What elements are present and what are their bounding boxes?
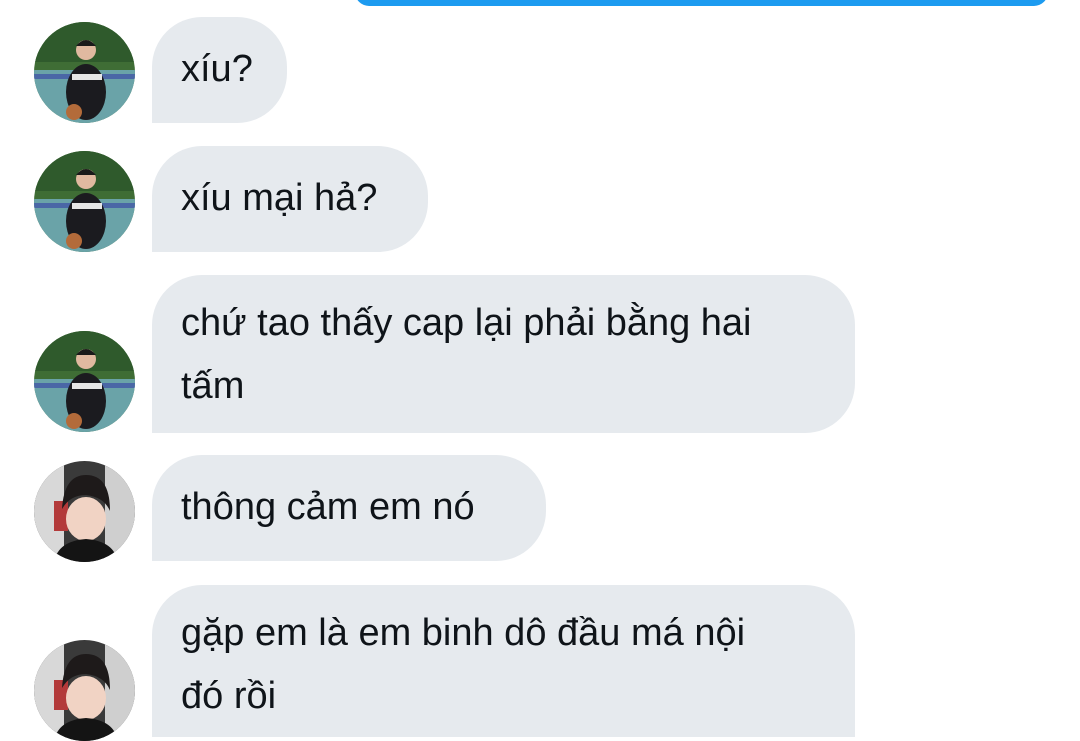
avatar-sports-court[interactable] — [34, 151, 135, 252]
message-bubble[interactable]: thông cảm em nó — [152, 455, 546, 561]
avatar-selfie-boy[interactable] — [34, 640, 135, 741]
avatar-sports-court[interactable] — [34, 331, 135, 432]
message-bubble[interactable]: xíu mại hả? — [152, 146, 428, 252]
outgoing-message-bubble-edge[interactable] — [355, 0, 1048, 6]
message-bubble[interactable]: gặp em là em binh dô đầu má nội đó rồi — [152, 585, 855, 737]
avatar-image — [34, 640, 135, 741]
avatar-sports-court[interactable] — [34, 22, 135, 123]
message-bubble[interactable]: xíu? — [152, 17, 287, 123]
avatar-image — [34, 151, 135, 252]
avatar-selfie-boy[interactable] — [34, 461, 135, 562]
avatar-image — [34, 331, 135, 432]
message-bubble[interactable]: chứ tao thấy cap lại phải bằng hai tấm — [152, 275, 855, 433]
avatar-image — [34, 22, 135, 123]
avatar-image — [34, 461, 135, 562]
